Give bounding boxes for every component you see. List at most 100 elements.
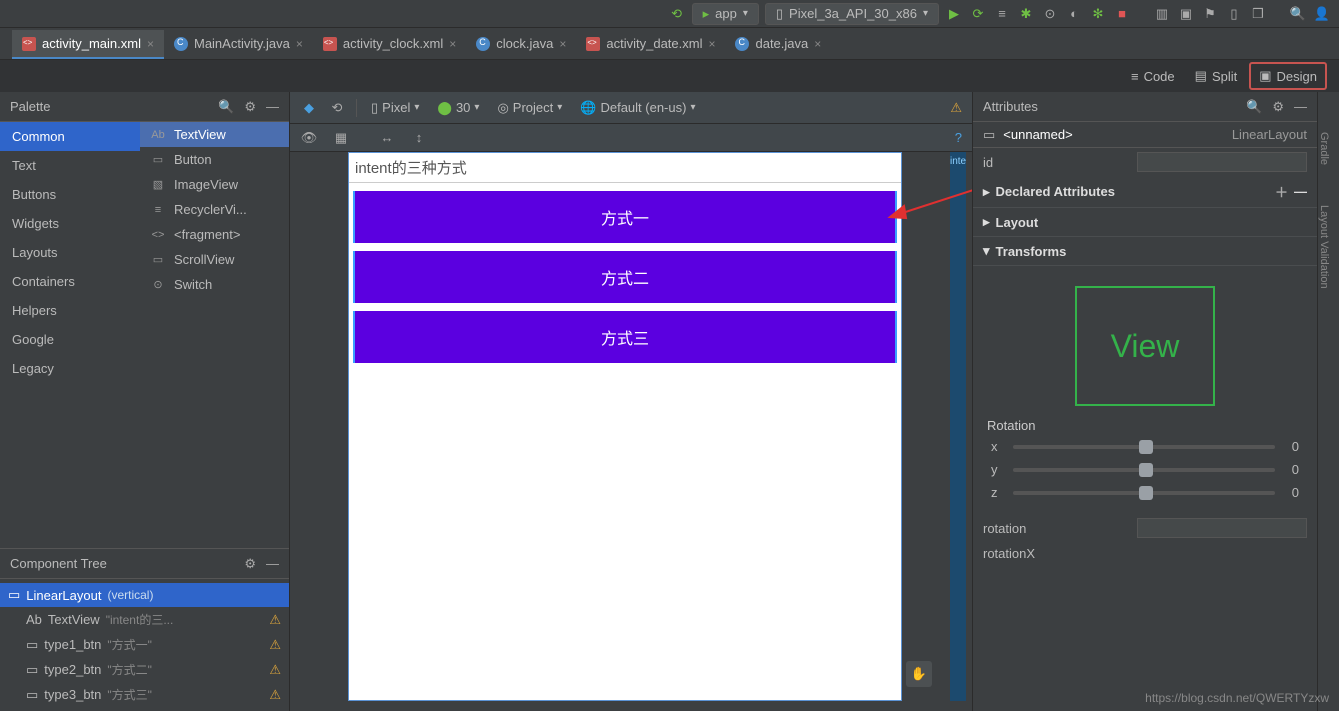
layout-inspector-icon[interactable]: ▯: [1225, 5, 1243, 23]
tab-activity-date[interactable]: activity_date.xml×: [576, 30, 725, 59]
rotation-x-slider[interactable]: x0: [973, 435, 1317, 458]
gear-icon[interactable]: ⚙: [244, 556, 256, 572]
palette-cat-helpers[interactable]: Helpers: [0, 296, 140, 325]
palette-cat-google[interactable]: Google: [0, 325, 140, 354]
locale-dropdown[interactable]: 🌐Default (en-us)▾: [576, 98, 699, 118]
minimize-icon[interactable]: —: [1294, 99, 1307, 115]
mock-button-3[interactable]: 方式三: [353, 311, 897, 363]
transforms-section[interactable]: ▾Transforms: [973, 237, 1317, 266]
tab-activity-main[interactable]: activity_main.xml×: [12, 30, 164, 59]
close-icon[interactable]: ×: [296, 37, 303, 51]
attr-id-row: id: [973, 148, 1317, 176]
tree-item-textview[interactable]: AbTextView"intent的三...⚠: [0, 607, 289, 632]
design-mode-button[interactable]: ▣Design: [1249, 62, 1327, 90]
button-icon: ▭: [150, 153, 166, 167]
search-icon[interactable]: 🔍: [1246, 99, 1262, 115]
rail-layout-validation[interactable]: Layout Validation: [1318, 165, 1330, 289]
code-icon: ≡: [1131, 69, 1139, 84]
horizontal-icon[interactable]: ↔: [378, 129, 396, 147]
tab-activity-clock[interactable]: activity_clock.xml×: [313, 30, 466, 59]
debug-icon[interactable]: ✱: [1017, 5, 1035, 23]
device-dropdown[interactable]: ▯Pixel▾: [367, 98, 423, 118]
palette-cat-common[interactable]: Common: [0, 122, 140, 151]
tab-clock-java[interactable]: clock.java×: [466, 30, 576, 59]
mock-button-1[interactable]: 方式一: [353, 191, 897, 243]
palette-cat-widgets[interactable]: Widgets: [0, 209, 140, 238]
layers-icon[interactable]: ◆: [300, 99, 318, 117]
palette-cat-legacy[interactable]: Legacy: [0, 354, 140, 383]
xml-file-icon: [22, 37, 36, 51]
add-icon[interactable]: ＋: [1275, 182, 1288, 201]
blueprint-toggle-icon[interactable]: ▦: [332, 129, 350, 147]
mock-textview[interactable]: intent的三种方式: [349, 153, 901, 183]
palette-item-textview[interactable]: AbTextView: [140, 122, 289, 147]
gear-icon[interactable]: ⚙: [244, 99, 256, 115]
palette-item-scrollview[interactable]: ▭ScrollView: [140, 247, 289, 272]
vertical-icon[interactable]: ↕: [410, 129, 428, 147]
profiler-icon[interactable]: ◐: [1065, 5, 1083, 23]
mock-button-2[interactable]: 方式二: [353, 251, 897, 303]
tree-item-type1[interactable]: ▭type1_btn"方式一"⚠: [0, 632, 289, 657]
avd-icon[interactable]: ▥: [1153, 5, 1171, 23]
code-mode-button[interactable]: ≡Code: [1123, 65, 1183, 88]
chevron-down-icon: ▾: [983, 243, 990, 259]
run-icon[interactable]: ▶: [945, 5, 963, 23]
palette-cat-layouts[interactable]: Layouts: [0, 238, 140, 267]
tab-date-java[interactable]: date.java×: [725, 30, 831, 59]
pan-icon[interactable]: ✋: [906, 661, 932, 687]
tree-item-type3[interactable]: ▭type3_btn"方式三"⚠: [0, 682, 289, 707]
warning-icon: ⚠: [269, 637, 281, 653]
tab-mainactivity[interactable]: MainActivity.java×: [164, 30, 313, 59]
xml-file-icon: [586, 37, 600, 51]
rail-gradle[interactable]: Gradle: [1318, 92, 1330, 165]
rotation-y-slider[interactable]: y0: [973, 458, 1317, 481]
close-icon[interactable]: ×: [814, 37, 821, 51]
rotation-input[interactable]: [1137, 518, 1307, 538]
user-icon[interactable]: 👤: [1313, 5, 1331, 23]
palette-item-button[interactable]: ▭Button: [140, 147, 289, 172]
minimize-icon[interactable]: —: [266, 556, 279, 572]
tree-item-type2[interactable]: ▭type2_btn"方式二"⚠: [0, 657, 289, 682]
palette-cat-buttons[interactable]: Buttons: [0, 180, 140, 209]
orientation-icon[interactable]: ⟲: [328, 99, 346, 117]
palette-cat-text[interactable]: Text: [0, 151, 140, 180]
search-icon[interactable]: 🔍: [218, 99, 234, 115]
warning-icon[interactable]: ⚠: [950, 100, 962, 116]
palette-item-imageview[interactable]: ▧ImageView: [140, 172, 289, 197]
design-surface[interactable]: intent的三种方式 方式一 方式二 方式三: [348, 152, 902, 701]
switch-icon: ⊙: [150, 278, 166, 292]
sdk-icon[interactable]: ▣: [1177, 5, 1195, 23]
gear-icon[interactable]: ⚙: [1272, 99, 1284, 115]
palette-item-fragment[interactable]: <><fragment>: [140, 222, 289, 247]
stop-icon[interactable]: ■: [1113, 5, 1131, 23]
palette-item-recyclerview[interactable]: ≡RecyclerVi...: [140, 197, 289, 222]
close-icon[interactable]: ×: [147, 37, 154, 51]
cube-icon[interactable]: ❒: [1249, 5, 1267, 23]
palette-cat-containers[interactable]: Containers: [0, 267, 140, 296]
attach-icon[interactable]: ✻: [1089, 5, 1107, 23]
apply-icon[interactable]: ⟳: [969, 5, 987, 23]
coverage-icon[interactable]: ⊙: [1041, 5, 1059, 23]
help-icon[interactable]: ?: [955, 130, 962, 145]
close-icon[interactable]: ×: [559, 37, 566, 51]
layout-section[interactable]: ▸Layout: [973, 208, 1317, 237]
eye-icon[interactable]: 👁: [300, 129, 318, 147]
api-dropdown[interactable]: ⬤30▾: [433, 98, 483, 118]
rotation-z-slider[interactable]: z0: [973, 481, 1317, 504]
palette-item-switch[interactable]: ⊙Switch: [140, 272, 289, 297]
id-input[interactable]: [1137, 152, 1307, 172]
minimize-icon[interactable]: —: [266, 99, 279, 115]
close-icon[interactable]: ×: [708, 37, 715, 51]
declared-attributes-section[interactable]: ▸Declared Attributes＋—: [973, 176, 1317, 208]
split-mode-button[interactable]: ▤Split: [1187, 64, 1246, 88]
search-icon[interactable]: 🔍: [1289, 5, 1307, 23]
remove-icon[interactable]: —: [1294, 184, 1307, 199]
tree-root-linearlayout[interactable]: ▭ LinearLayout (vertical): [0, 583, 289, 607]
theme-dropdown[interactable]: ◎Project▾: [493, 98, 566, 118]
run-config-select[interactable]: ▸app▾: [692, 3, 759, 25]
debug-line-icon[interactable]: ≡: [993, 5, 1011, 23]
close-icon[interactable]: ×: [449, 37, 456, 51]
sync-icon[interactable]: ⟲: [668, 5, 686, 23]
resource-icon[interactable]: ⚑: [1201, 5, 1219, 23]
device-select[interactable]: ▯Pixel_3a_API_30_x86▾: [765, 3, 939, 25]
